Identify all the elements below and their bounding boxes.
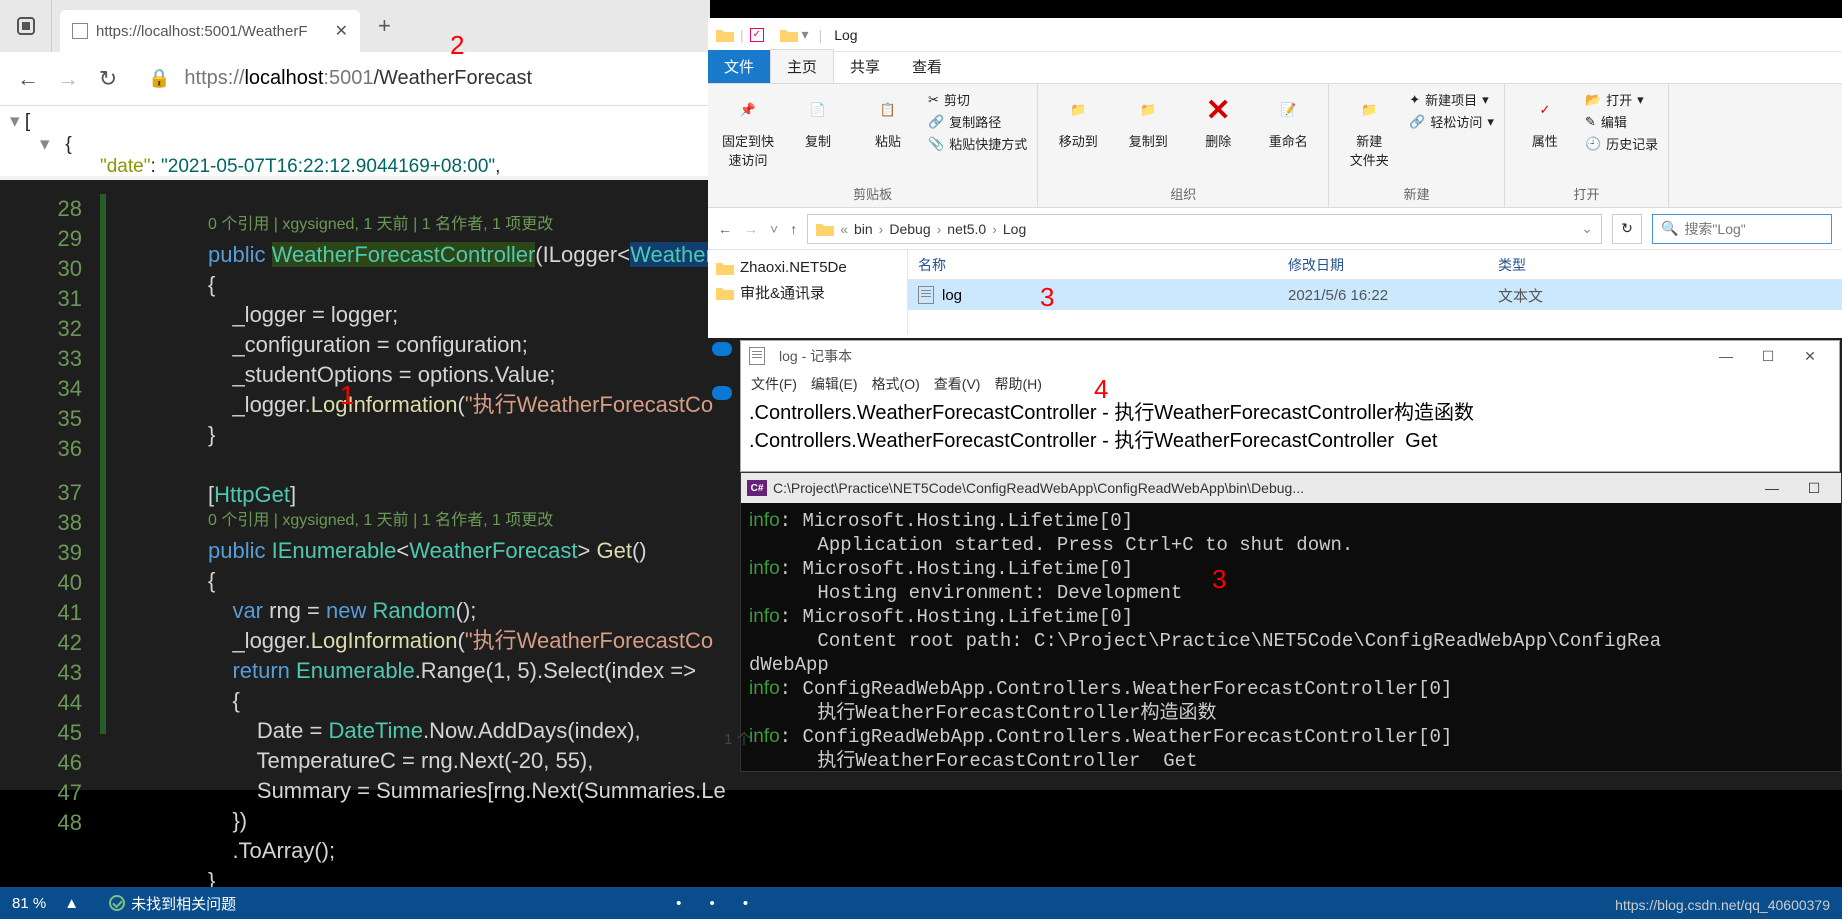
menu-view[interactable]: 查看(V) [934, 374, 981, 394]
browser-window: https://localhost:5001/WeatherF ✕ + ← → … [0, 0, 710, 180]
maximize-button[interactable]: ☐ [1793, 480, 1835, 497]
forward-button: → [48, 59, 88, 99]
search-icon: 🔍 [1661, 220, 1678, 237]
ribbon-tab-share[interactable]: 共享 [834, 50, 896, 83]
nav-pane[interactable]: Zhaoxi.NET5De 审批&通讯录 [708, 250, 908, 334]
path-refresh-button[interactable]: ↻ [1612, 214, 1642, 244]
menu-edit[interactable]: 编辑(E) [811, 374, 858, 394]
open-button[interactable]: 📂打开▾ [1585, 90, 1658, 109]
text-file-icon [749, 347, 765, 365]
ribbon-tabs: 文件 主页 共享 查看 [708, 52, 1842, 84]
minimize-button[interactable]: — [1751, 480, 1793, 496]
cloud-icon [712, 342, 732, 356]
window-title: Log [834, 27, 857, 43]
explorer-search-box[interactable]: 🔍 搜索"Log" [1652, 214, 1832, 244]
delete-button[interactable]: ✕删除 [1188, 88, 1248, 150]
file-explorer: | ✓ ▾ | Log 文件 主页 共享 查看 📌固定到快 速访问 📄复制 📋粘… [708, 18, 1842, 338]
text-file-icon [918, 286, 934, 304]
explorer-titlebar[interactable]: | ✓ ▾ | Log [708, 18, 1842, 52]
edit-button[interactable]: ✎编辑 [1585, 112, 1658, 131]
check-icon [109, 895, 125, 911]
browser-tab[interactable]: https://localhost:5001/WeatherF ✕ [60, 10, 360, 52]
properties-button[interactable]: ✓属性 [1515, 88, 1575, 150]
annotation-1: 1 [340, 380, 354, 411]
ribbon-tab-file[interactable]: 文件 [708, 50, 770, 83]
nav-forward-button: → [744, 221, 758, 237]
annotation-3: 3 [1040, 282, 1054, 313]
breadcrumb-bar[interactable]: « bin› Debug› net5.0› Log ⌄ [807, 214, 1602, 244]
folder-icon [716, 28, 734, 42]
page-icon [72, 23, 88, 39]
new-folder-button[interactable]: 📁新建 文件夹 [1339, 88, 1399, 169]
zoom-up-icon[interactable]: ▲ [64, 895, 79, 912]
move-to-button[interactable]: 📁移动到 [1048, 88, 1108, 150]
annotation-3b: 3 [1212, 564, 1226, 595]
json-response: ▾ [ ▾ { "date": "2021-05-07T16:22:12.904… [0, 106, 710, 176]
nav-up-button[interactable]: ↑ [790, 221, 797, 237]
cloud-icon [712, 386, 732, 400]
nav-back-button[interactable]: ← [718, 221, 732, 237]
line-gutter: 2829303132333435363738394041424344454647… [0, 180, 100, 790]
refresh-button[interactable]: ↻ [88, 59, 128, 99]
minimize-button[interactable]: — [1705, 348, 1747, 364]
copy-button[interactable]: 📄复制 [788, 88, 848, 150]
checkbox-icon[interactable]: ✓ [750, 28, 764, 42]
copy-path-button[interactable]: 🔗复制路径 [928, 112, 1027, 131]
notepad-menu[interactable]: 文件(F) 编辑(E) 格式(O) 查看(V) 帮助(H) [741, 371, 1839, 397]
onedrive-icons [712, 342, 732, 400]
paste-button[interactable]: 📋粘贴 [858, 88, 918, 150]
nav-recent-button[interactable]: ˅ [770, 221, 778, 237]
ribbon-tab-home[interactable]: 主页 [770, 49, 834, 83]
cut-button[interactable]: ✂剪切 [928, 90, 1027, 109]
close-icon[interactable]: ✕ [335, 21, 348, 41]
notepad-window: log - 记事本 — ☐ ✕ 文件(F) 编辑(E) 格式(O) 查看(V) … [740, 340, 1840, 472]
cs-icon: C# [747, 480, 767, 496]
editor-status-bar: 81 % ▲ 未找到相关问题 • • • [0, 887, 1842, 919]
annotation-4: 4 [1094, 374, 1108, 405]
menu-help[interactable]: 帮助(H) [994, 374, 1041, 394]
status-indicators: • • • [676, 895, 760, 912]
notepad-titlebar[interactable]: log - 记事本 — ☐ ✕ [741, 341, 1839, 371]
back-button[interactable]: ← [8, 59, 48, 99]
ribbon-tab-view[interactable]: 查看 [896, 50, 958, 83]
file-list-header[interactable]: 名称 修改日期 类型 [908, 250, 1842, 280]
status-message: 未找到相关问题 [131, 893, 236, 914]
explorer-address-row: ← → ˅ ↑ « bin› Debug› net5.0› Log ⌄ ↻ 🔍 … [708, 208, 1842, 250]
zoom-level[interactable]: 81 % [12, 895, 46, 912]
close-button[interactable]: ✕ [1789, 348, 1831, 365]
terminal-titlebar[interactable]: C# C:\Project\Practice\NET5Code\ConfigRe… [741, 473, 1841, 503]
paste-shortcut-button[interactable]: 📎粘贴快捷方式 [928, 134, 1027, 153]
copy-to-button[interactable]: 📁复制到 [1118, 88, 1178, 150]
lock-icon: 🔒 [148, 68, 170, 89]
tab-title: https://localhost:5001/WeatherF [96, 23, 308, 40]
terminal-body[interactable]: info: Microsoft.Hosting.Lifetime[0] Appl… [741, 503, 1841, 779]
code-body[interactable]: 0 个引用 | xgysigned, 1 天前 | 1 名作者, 1 项更改 p… [100, 180, 726, 790]
address-bar[interactable]: 🔒 https://localhost:5001/WeatherForecast [148, 67, 532, 90]
nav-item-folder[interactable]: 审批&通讯录 [716, 279, 899, 306]
browser-toolbar: ← → ↻ 🔒 https://localhost:5001/WeatherFo… [0, 52, 710, 106]
history-button[interactable]: 🕘历史记录 [1585, 134, 1658, 153]
menu-file[interactable]: 文件(F) [751, 374, 797, 394]
new-tab-button[interactable]: + [378, 13, 391, 39]
folder-icon [780, 28, 798, 42]
maximize-button[interactable]: ☐ [1747, 348, 1789, 365]
easy-access-button[interactable]: 🔗轻松访问▾ [1409, 112, 1494, 131]
browser-shield-icon[interactable] [0, 0, 52, 52]
menu-format[interactable]: 格式(O) [872, 374, 920, 394]
rename-button[interactable]: 📝重命名 [1258, 88, 1318, 150]
new-item-button[interactable]: ✦新建项目▾ [1409, 90, 1494, 109]
annotation-2: 2 [450, 30, 464, 61]
notepad-body[interactable]: .Controllers.WeatherForecastController -… [741, 397, 1839, 457]
explorer-item-count: 1 个 [724, 728, 752, 749]
terminal-window: C# C:\Project\Practice\NET5Code\ConfigRe… [740, 472, 1842, 772]
browser-tab-strip: https://localhost:5001/WeatherF ✕ + [0, 0, 710, 52]
pin-button[interactable]: 📌固定到快 速访问 [718, 88, 778, 169]
watermark: https://blog.csdn.net/qq_40600379 [1615, 897, 1830, 913]
ribbon: 📌固定到快 速访问 📄复制 📋粘贴 ✂剪切 🔗复制路径 📎粘贴快捷方式 剪贴板 … [708, 84, 1842, 208]
nav-item-folder[interactable]: Zhaoxi.NET5De [716, 256, 899, 279]
